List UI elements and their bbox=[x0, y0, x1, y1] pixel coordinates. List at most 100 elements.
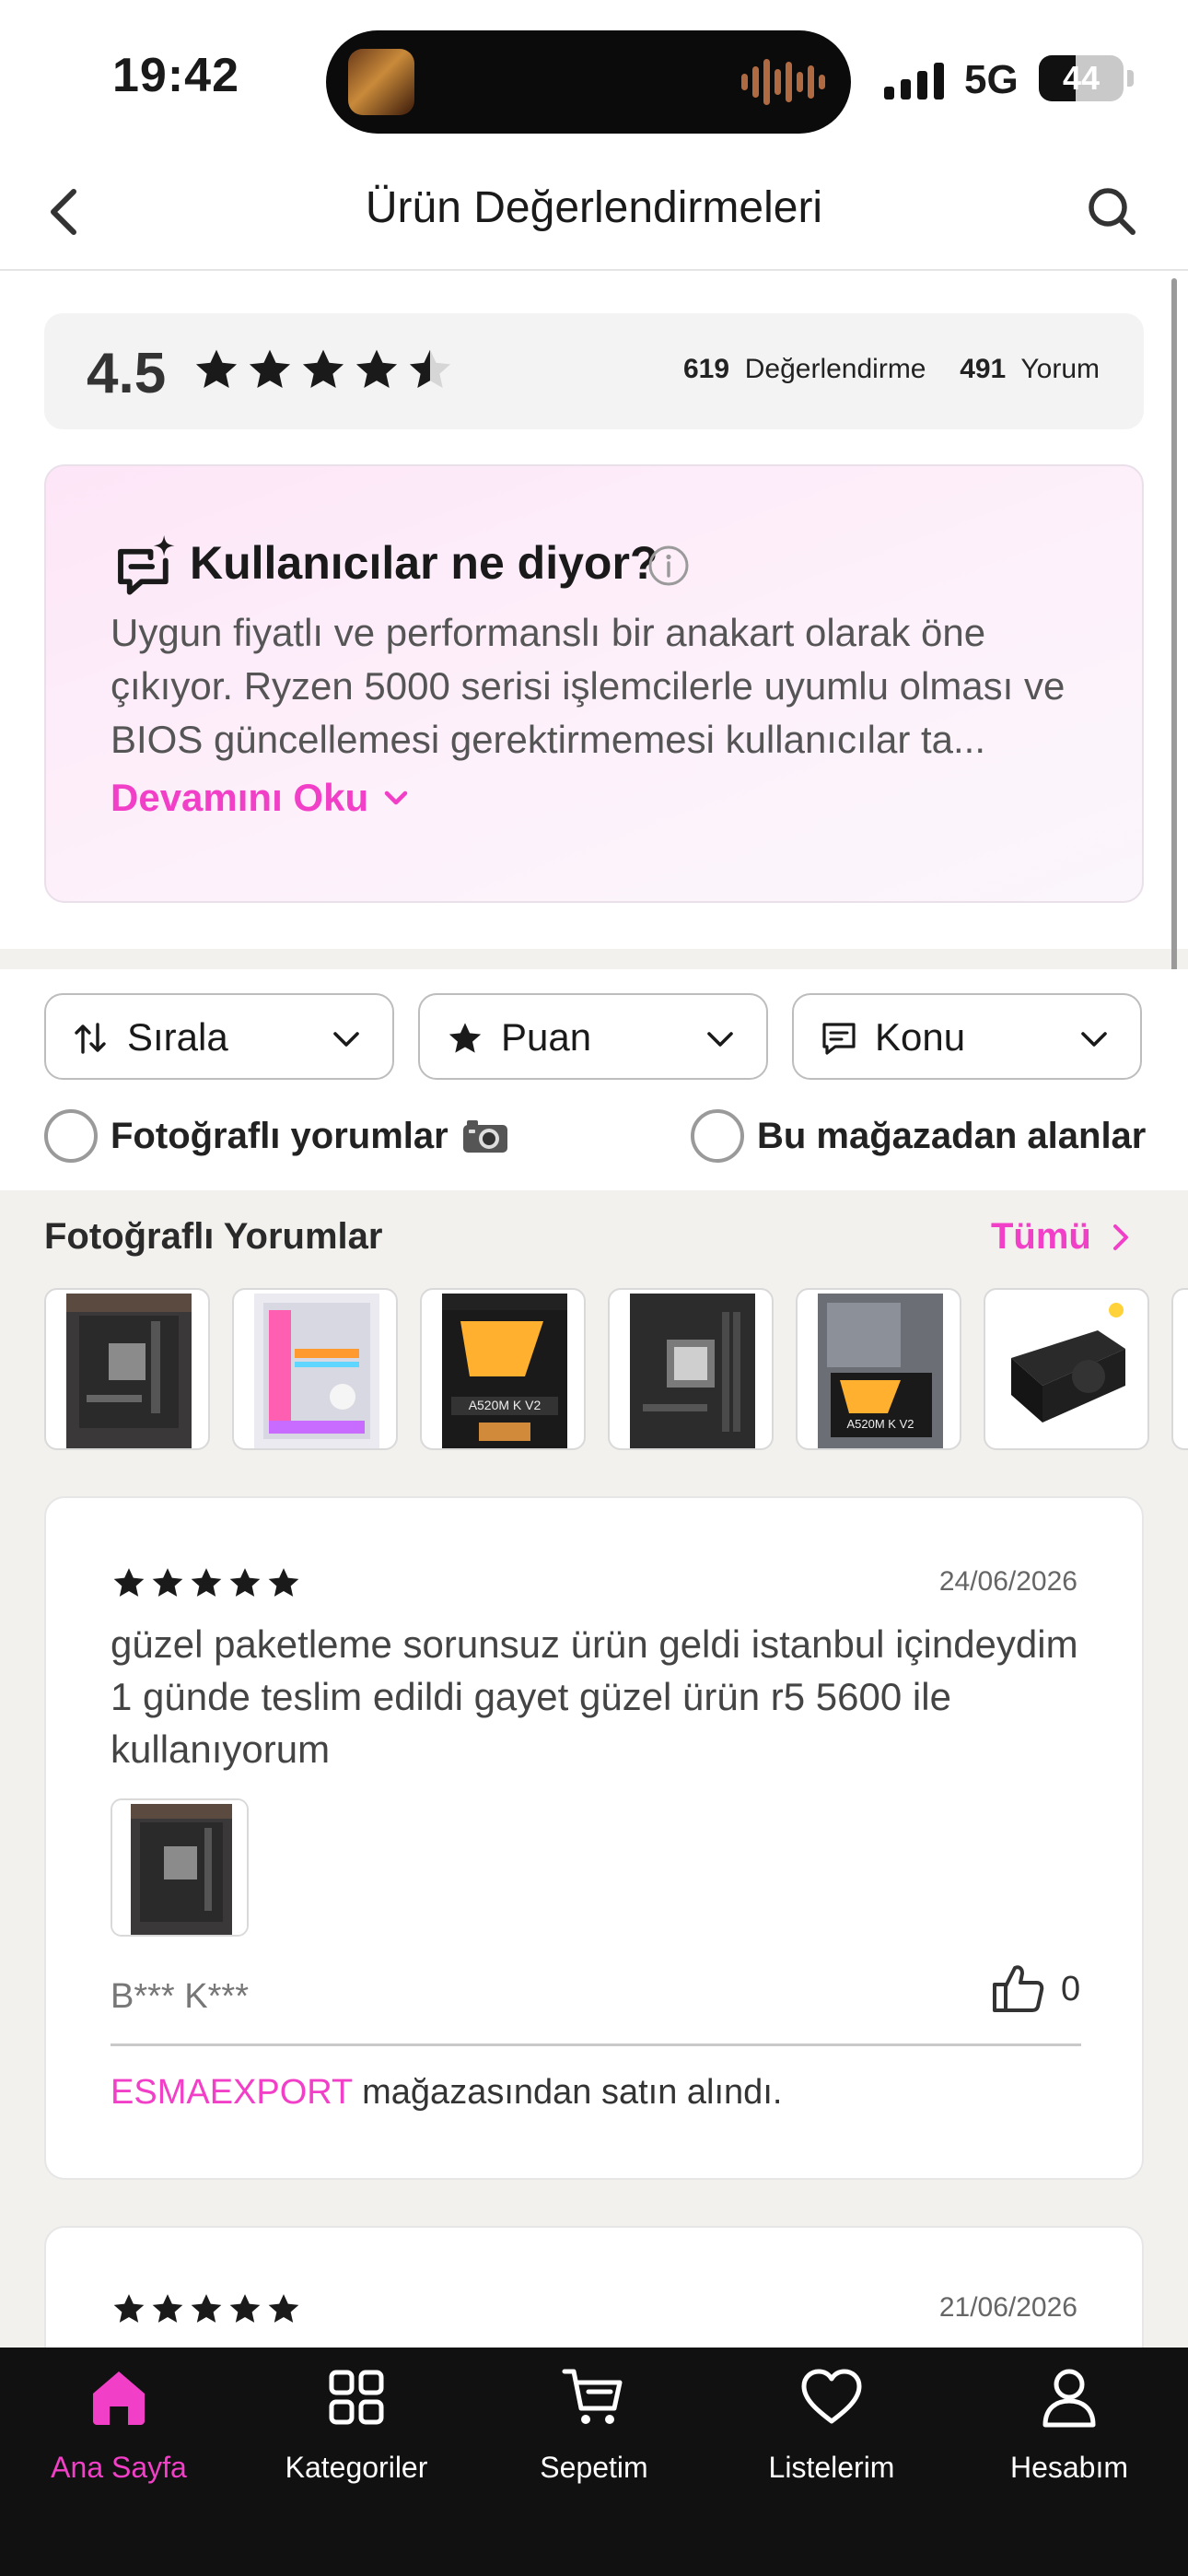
scrollbar[interactable] bbox=[1171, 278, 1177, 988]
star-icon bbox=[355, 349, 398, 389]
sort-dropdown[interactable]: Sırala bbox=[44, 993, 394, 1080]
camera-icon bbox=[462, 1120, 507, 1153]
review-photo-thumbnail[interactable]: A520M K V2 bbox=[420, 1288, 586, 1450]
this-store-label: Bu mağazadan alanlar bbox=[757, 1115, 1147, 1156]
chevron-down-icon bbox=[333, 1032, 359, 1047]
svg-text:A520M K V2: A520M K V2 bbox=[847, 1417, 914, 1431]
topic-filter-dropdown[interactable]: Konu bbox=[792, 993, 1142, 1080]
review-card: 24/06/2026 güzel paketleme sorunsuz ürün… bbox=[44, 1496, 1144, 2180]
topic-filter-label: Konu bbox=[875, 1015, 966, 1059]
this-store-radio[interactable] bbox=[691, 1109, 744, 1163]
nav-cart[interactable]: Sepetim bbox=[475, 2364, 713, 2512]
review-stars bbox=[111, 1564, 302, 1601]
see-all-label: Tümü bbox=[991, 1216, 1091, 1257]
star-icon bbox=[249, 349, 291, 389]
star-icon bbox=[268, 2294, 299, 2323]
rating-filter-dropdown[interactable]: Puan bbox=[418, 993, 768, 1080]
sort-label: Sırala bbox=[127, 1015, 228, 1059]
motherboard-photo bbox=[66, 1294, 192, 1448]
star-icon bbox=[302, 349, 344, 389]
power-supply-photo bbox=[1006, 1294, 1131, 1448]
nav-cart-label: Sepetim bbox=[540, 2451, 648, 2484]
photo-reviews-radio[interactable] bbox=[44, 1109, 98, 1163]
star-icon bbox=[195, 349, 238, 389]
see-all-link[interactable]: Tümü bbox=[991, 1216, 1137, 1258]
like-count: 0 bbox=[1061, 1970, 1081, 2008]
review-date: 24/06/2026 bbox=[938, 1566, 1077, 1597]
photo-review-strip[interactable]: A520M K V2 A520M K V2 bbox=[44, 1288, 1188, 1454]
status-time: 19:42 bbox=[112, 49, 239, 102]
half-star-icon bbox=[409, 349, 451, 389]
chevron-down-icon bbox=[1081, 1032, 1107, 1047]
ai-chat-sparkle-icon bbox=[118, 534, 175, 595]
network-type: 5G bbox=[964, 57, 1019, 102]
photo-reviews-toggle[interactable]: Fotoğraflı yorumlar bbox=[44, 1109, 509, 1163]
pc-case-rgb-photo bbox=[254, 1294, 379, 1448]
this-store-toggle[interactable]: Bu mağazadan alanlar bbox=[691, 1109, 1146, 1163]
svg-text:A520M K V2: A520M K V2 bbox=[469, 1398, 542, 1412]
read-more-label: Devamını Oku bbox=[111, 776, 369, 819]
status-bar: 19:42 5G 44 bbox=[0, 0, 1188, 157]
review-date: 21/06/2026 bbox=[938, 2292, 1077, 2323]
rating-filter-label: Puan bbox=[501, 1015, 592, 1059]
motherboard-packaging-photo: A520M K V2 bbox=[818, 1294, 943, 1448]
nav-home-label: Ana Sayfa bbox=[51, 2451, 187, 2484]
nav-lists[interactable]: Listelerim bbox=[713, 2364, 950, 2512]
review-text: güzel paketleme sorunsuz ürün geldi ista… bbox=[111, 1622, 1078, 1771]
thumbs-up-icon[interactable] bbox=[989, 1959, 1048, 2018]
page-header: Ürün Değerlendirmeleri bbox=[0, 157, 1188, 271]
nav-home[interactable]: Ana Sayfa bbox=[0, 2364, 238, 2512]
ai-summary-title: Kullanıcılar ne diyor? bbox=[190, 537, 658, 589]
review-photo-thumbnail[interactable] bbox=[984, 1288, 1149, 1450]
ai-summary-text: Uygun fiyatlı ve performanslı bir anakar… bbox=[111, 611, 1066, 761]
nav-categories[interactable]: Kategoriler bbox=[238, 2364, 475, 2512]
page-title: Ürün Değerlendirmeleri bbox=[365, 183, 823, 232]
ai-review-summary: Kullanıcılar ne diyor? Uygun fiyatlı ve … bbox=[44, 464, 1144, 903]
comment-count-label: Yorum bbox=[1020, 354, 1100, 384]
user-icon bbox=[1042, 2369, 1096, 2428]
nav-account-label: Hesabım bbox=[1009, 2451, 1129, 2484]
review-attached-photo[interactable] bbox=[111, 1798, 249, 1937]
motherboard-photo bbox=[112, 1800, 247, 1935]
photo-reviews-label: Fotoğraflı yorumlar bbox=[111, 1115, 448, 1156]
average-rating: 4.5 bbox=[87, 342, 167, 405]
star-icon bbox=[229, 1568, 261, 1597]
divider bbox=[111, 2043, 1081, 2046]
read-more-link[interactable]: Devamını Oku bbox=[111, 776, 414, 820]
star-icon bbox=[152, 2294, 183, 2323]
review-count-label: Değerlendirme bbox=[744, 354, 926, 384]
purchase-source-text: mağazasından satın alındı. bbox=[352, 2073, 783, 2112]
comment-icon bbox=[822, 1023, 856, 1055]
review-photo-thumbnail[interactable] bbox=[608, 1288, 774, 1450]
battery-cap bbox=[1127, 70, 1134, 87]
heart-icon bbox=[801, 2369, 862, 2424]
review-photo-thumbnail[interactable]: A520M K V2 bbox=[796, 1288, 961, 1450]
review-photo-thumbnail[interactable] bbox=[44, 1288, 210, 1450]
motherboard-box-photo: A520M K V2 bbox=[442, 1294, 567, 1448]
nav-account[interactable]: Hesabım bbox=[950, 2364, 1188, 2512]
sort-arrows-icon bbox=[75, 1023, 106, 1054]
photo-reviews-title: Fotoğraflı Yorumlar bbox=[44, 1216, 383, 1257]
chevron-down-icon bbox=[707, 1032, 733, 1047]
now-playing-artwork bbox=[348, 49, 414, 115]
store-link[interactable]: ESMAEXPORT bbox=[111, 2073, 353, 2112]
star-icon bbox=[268, 1568, 299, 1597]
dynamic-island[interactable] bbox=[326, 30, 851, 134]
chevron-right-icon bbox=[1112, 1224, 1128, 1250]
info-icon[interactable] bbox=[646, 544, 691, 588]
grid-icon bbox=[329, 2370, 384, 2425]
star-icon bbox=[229, 2294, 261, 2323]
cellular-signal-icon bbox=[884, 59, 944, 100]
rating-counts: 619 Değerlendirme 491 Yorum bbox=[683, 354, 1100, 385]
battery-icon: 44 bbox=[1039, 55, 1124, 101]
average-rating-stars bbox=[192, 345, 455, 394]
review-photo-thumbnail[interactable] bbox=[232, 1288, 398, 1450]
bottom-navigation: Ana Sayfa Kategoriler Sepetim Listelerim… bbox=[0, 2348, 1188, 2576]
review-stars bbox=[111, 2290, 302, 2327]
review-photo-thumbnail[interactable] bbox=[1171, 1288, 1188, 1450]
filter-bar: Sırala Puan Konu Fotoğraflı yorumlar Bu … bbox=[0, 969, 1188, 1190]
battery-level: 44 bbox=[1062, 59, 1101, 97]
star-icon bbox=[448, 1023, 482, 1053]
star-icon bbox=[191, 2294, 222, 2323]
search-icon[interactable] bbox=[1079, 179, 1146, 245]
